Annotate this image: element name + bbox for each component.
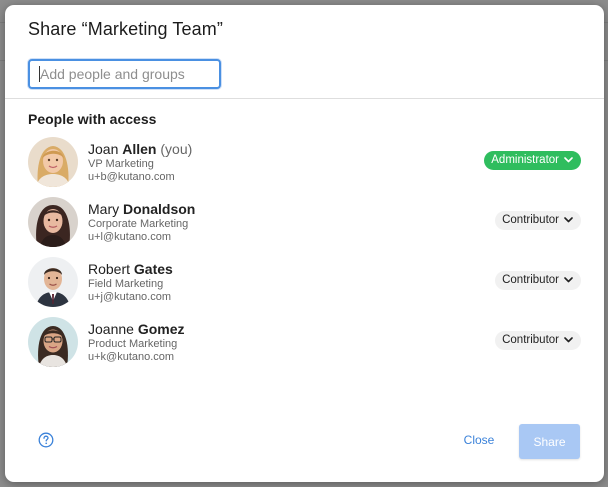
- person-title: Corporate Marketing: [88, 218, 189, 230]
- chevron-down-icon: [564, 211, 573, 230]
- avatar-robert-gates-image: [28, 257, 78, 307]
- role-label: Contributor: [502, 334, 559, 346]
- person-row: Mary Donaldson Corporate Marketing u+l@k…: [28, 197, 581, 249]
- close-button[interactable]: Close: [451, 427, 507, 453]
- person-email: u+j@kutano.com: [88, 291, 172, 303]
- person-row: Joan Allen (you) VP Marketing u+b@kutano…: [28, 137, 581, 189]
- person-title: Field Marketing: [88, 278, 164, 290]
- avatar: [28, 137, 78, 187]
- role-label: Administrator: [491, 154, 559, 166]
- person-title: Product Marketing: [88, 338, 178, 350]
- avatar: [28, 257, 78, 307]
- last-name: Gomez: [137, 321, 185, 337]
- role-dropdown-contributor[interactable]: Contributor: [495, 331, 581, 350]
- avatar-joan-allen-image: [28, 137, 78, 187]
- search-field[interactable]: [28, 59, 221, 89]
- person-name: Mary Donaldson: [88, 201, 195, 217]
- person-name: Joanne Gomez: [88, 321, 185, 337]
- people-with-access-heading: People with access: [28, 111, 157, 127]
- chevron-down-icon: [564, 271, 573, 290]
- first-name: Joanne: [88, 321, 134, 337]
- role-label: Contributor: [502, 214, 559, 226]
- last-name: Donaldson: [123, 201, 196, 217]
- avatar-mary-donaldson-image: [28, 197, 78, 247]
- share-button[interactable]: Share: [519, 424, 580, 459]
- role-dropdown-contributor[interactable]: Contributor: [495, 271, 581, 290]
- person-name: Joan Allen (you): [88, 141, 192, 157]
- chevron-down-icon: [564, 331, 573, 350]
- avatar: [28, 317, 78, 367]
- question-circle-icon[interactable]: [38, 432, 54, 448]
- role-label: Contributor: [502, 274, 559, 286]
- chevron-down-icon: [564, 151, 573, 170]
- person-email: u+l@kutano.com: [88, 231, 172, 243]
- first-name: Joan: [88, 141, 119, 157]
- first-name: Robert: [88, 261, 131, 277]
- person-row: Robert Gates Field Marketing u+j@kutano.…: [28, 257, 581, 309]
- role-dropdown-administrator[interactable]: Administrator: [484, 151, 581, 170]
- avatar-joanne-gomez-image: [28, 317, 78, 367]
- first-name: Mary: [88, 201, 120, 217]
- text-caret: [39, 66, 40, 82]
- person-email: u+b@kutano.com: [88, 171, 175, 183]
- role-dropdown-contributor[interactable]: Contributor: [495, 211, 581, 230]
- add-people-input[interactable]: [30, 61, 219, 87]
- share-dialog: Share “Marketing Team” People with acces…: [5, 5, 604, 482]
- person-name: Robert Gates: [88, 261, 173, 277]
- person-title: VP Marketing: [88, 158, 154, 170]
- person-email: u+k@kutano.com: [88, 351, 175, 363]
- dialog-title: Share “Marketing Team”: [28, 19, 223, 39]
- header-divider: [5, 98, 604, 99]
- avatar: [28, 197, 78, 247]
- last-name: Allen: [122, 141, 157, 157]
- person-row: Joanne Gomez Product Marketing u+k@kutan…: [28, 317, 581, 369]
- last-name: Gates: [133, 261, 173, 277]
- you-indicator: (you): [160, 141, 193, 157]
